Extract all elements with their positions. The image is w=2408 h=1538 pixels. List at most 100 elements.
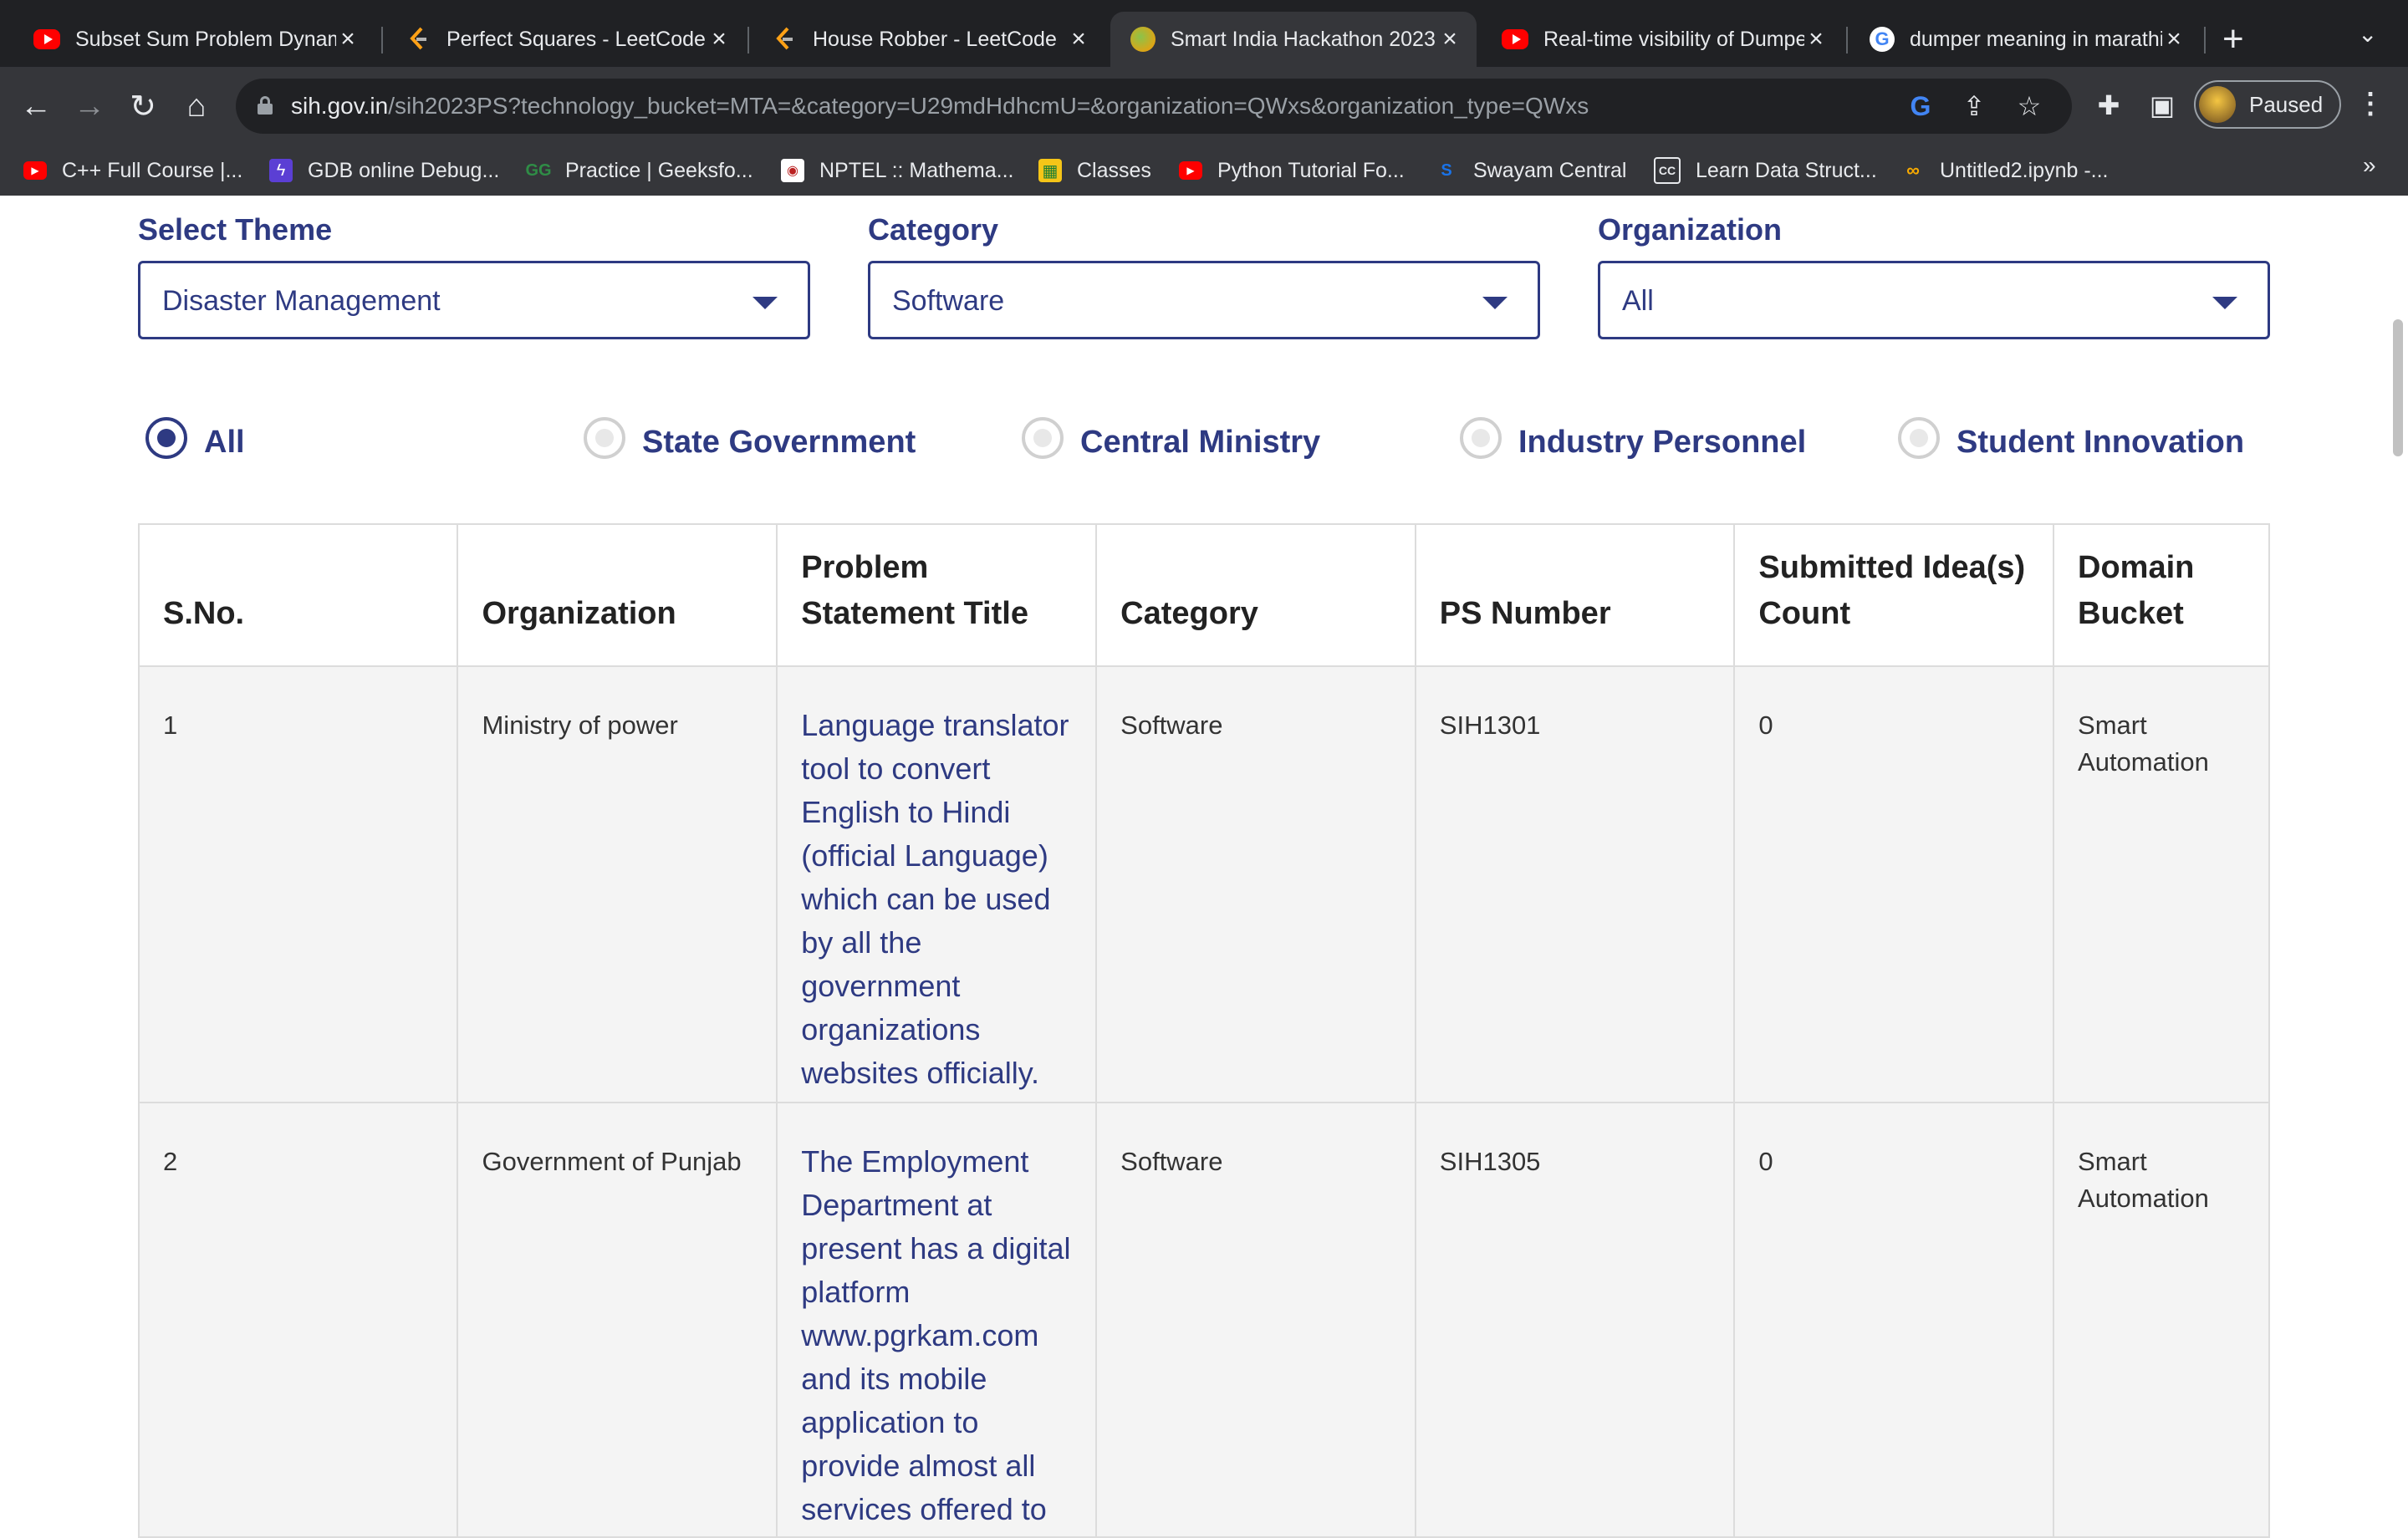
table-row[interactable]: 2 Government of Punjab The Employment De…: [137, 1102, 2270, 1538]
bookmark-label: GDB online Debug...: [308, 158, 500, 182]
bookmark-item[interactable]: CC Learn Data Struct...: [1654, 154, 1877, 187]
radio-label: Industry Personnel: [1518, 425, 1807, 460]
chevron-down-icon: [752, 297, 778, 309]
home-button[interactable]: ⌂: [176, 85, 217, 127]
reload-button[interactable]: ↻: [122, 85, 164, 127]
column-header-title[interactable]: Problem Statement Title: [776, 523, 1098, 667]
more-bookmarks-icon[interactable]: »: [2363, 152, 2376, 179]
tab-separator: [747, 27, 749, 53]
tab-separator: [2204, 27, 2206, 53]
bookmark-label: Classes: [1077, 158, 1151, 182]
youtube-icon: ▶: [1179, 161, 1202, 180]
radio-label: State Government: [642, 425, 916, 460]
browser-tab-active[interactable]: Smart India Hackathon 2023 ×: [1110, 12, 1477, 67]
geeksforgeeks-icon: GG: [525, 160, 552, 180]
tab-title: Perfect Squares - LeetCode: [446, 27, 706, 51]
bookmark-item[interactable]: ▶ Python Tutorial Fo...: [1179, 154, 1405, 187]
share-icon[interactable]: ⇪: [1956, 89, 1992, 124]
column-header-domain-bucket[interactable]: Domain Bucket: [2053, 523, 2270, 667]
tab-search-icon[interactable]: ⌄: [2358, 20, 2377, 48]
bookmarks-bar: ▶ C++ Full Course |... ϟ GDB online Debu…: [0, 145, 2408, 196]
browser-toolbar: ← → ↻ ⌂ sih.gov.in/sih2023PS?technology_…: [0, 67, 2408, 145]
browser-tab[interactable]: G dumper meaning in marathi ×: [1849, 12, 2201, 67]
browser-tab[interactable]: Perfect Squares - LeetCode ×: [386, 12, 746, 67]
column-header-ps-number[interactable]: PS Number: [1414, 523, 1736, 667]
column-header-ideas-count[interactable]: Submitted Idea(s) Count: [1733, 523, 2055, 667]
problem-statements-table: S.No. Organization Problem Statement Tit…: [137, 523, 2270, 1538]
browser-tab[interactable]: Subset Sum Problem Dynamic ×: [13, 12, 375, 67]
close-icon[interactable]: ×: [336, 25, 360, 53]
radio-button[interactable]: [1460, 416, 1502, 459]
radio-button[interactable]: [1022, 416, 1064, 459]
new-tab-button[interactable]: +: [2222, 18, 2244, 60]
radio-button[interactable]: [145, 416, 187, 459]
bookmark-item[interactable]: GG Practice | Geeksfo...: [525, 154, 752, 187]
nptel-icon: ◉: [781, 159, 804, 182]
browser-tab[interactable]: Real-time visibility of Dumper ×: [1482, 12, 1843, 67]
theme-label: Select Theme: [138, 212, 333, 247]
side-panel-icon[interactable]: ▣: [2144, 87, 2181, 124]
radio-org-type-industry-personnel[interactable]: Industry Personnel: [1460, 415, 1806, 461]
radio-button[interactable]: [584, 416, 625, 459]
cell-sno: 1: [137, 665, 459, 1103]
youtube-icon: ▶: [23, 161, 47, 180]
bookmark-label: C++ Full Course |...: [62, 158, 243, 182]
bookmark-item[interactable]: ▦ Classes: [1038, 154, 1151, 187]
browser-tab[interactable]: House Robber - LeetCode ×: [752, 12, 1105, 67]
radio-label: All: [204, 425, 245, 460]
close-icon[interactable]: ×: [707, 25, 731, 53]
url-path: /sih2023PS?technology_bucket=MTA=&catego…: [388, 93, 1589, 119]
table-row[interactable]: 1 Ministry of power Language translator …: [137, 665, 2270, 1103]
forward-button[interactable]: →: [69, 85, 110, 127]
back-button[interactable]: ←: [15, 85, 57, 127]
problem-title-link[interactable]: Language translator tool to convert Engl…: [776, 665, 1098, 1103]
bookmark-item[interactable]: ▶ C++ Full Course |...: [23, 154, 242, 187]
avatar: [2199, 86, 2236, 123]
tab-title: Subset Sum Problem Dynamic: [75, 27, 336, 51]
category-select[interactable]: Software: [868, 261, 1540, 339]
close-icon[interactable]: ×: [2162, 25, 2186, 53]
cell-category: Software: [1095, 1102, 1416, 1538]
column-header-organization[interactable]: Organization: [457, 523, 778, 667]
tab-title: Real-time visibility of Dumper: [1543, 27, 1804, 51]
lock-icon[interactable]: [258, 96, 273, 115]
google-lens-icon[interactable]: G: [1903, 89, 1938, 124]
radio-org-type-all[interactable]: All: [145, 415, 245, 461]
radio-org-type-central-ministry[interactable]: Central Ministry: [1022, 415, 1320, 461]
radio-button[interactable]: [1898, 416, 1940, 459]
organization-label: Organization: [1598, 212, 1783, 247]
theme-select[interactable]: Disaster Management: [138, 261, 810, 339]
tab-title: Smart India Hackathon 2023: [1171, 27, 1436, 51]
category-select-value: Software: [892, 285, 1005, 317]
cell-sno: 2: [137, 1102, 459, 1538]
address-bar[interactable]: sih.gov.in/sih2023PS?technology_bucket=M…: [236, 79, 2072, 134]
theme-select-value: Disaster Management: [162, 285, 441, 317]
radio-label: Student Innovation: [1956, 425, 2245, 460]
scrollbar-thumb[interactable]: [2393, 319, 2403, 456]
bookmark-item[interactable]: S Swayam Central: [1435, 154, 1626, 187]
close-icon[interactable]: ×: [1438, 25, 1462, 53]
bookmark-item[interactable]: ϟ GDB online Debug...: [269, 154, 499, 187]
url-text[interactable]: sih.gov.in/sih2023PS?technology_bucket=M…: [291, 93, 1589, 120]
problem-title-link[interactable]: The Employment Department at present has…: [776, 1102, 1098, 1538]
classroom-icon: ▦: [1038, 159, 1062, 182]
radio-org-type-student-innovation[interactable]: Student Innovation: [1898, 415, 2244, 461]
organization-select[interactable]: All: [1598, 261, 2270, 339]
bookmark-star-icon[interactable]: ☆: [2012, 89, 2047, 124]
bookmark-item[interactable]: ◉ NPTEL :: Mathema...: [781, 154, 1013, 187]
radio-label: Central Ministry: [1080, 425, 1321, 460]
bookmark-item[interactable]: ∞ Untitled2.ipynb -...: [1901, 154, 2108, 187]
profile-button[interactable]: Paused: [2194, 80, 2341, 129]
cell-domain-bucket: Smart Automation: [2053, 665, 2270, 1103]
radio-org-type-state-government[interactable]: State Government: [584, 415, 916, 461]
cell-organization: Government of Punjab: [457, 1102, 778, 1538]
profile-status: Paused: [2249, 91, 2324, 117]
column-header-category[interactable]: Category: [1095, 523, 1416, 667]
sih-icon: [1130, 27, 1156, 52]
close-icon[interactable]: ×: [1804, 25, 1828, 53]
extensions-puzzle-icon[interactable]: ✚: [2090, 87, 2127, 124]
close-icon[interactable]: ×: [1067, 25, 1090, 53]
menu-kebab-icon[interactable]: ⋮: [2356, 87, 2385, 120]
bookmark-label: Swayam Central: [1473, 158, 1627, 182]
column-header-sno[interactable]: S.No.: [137, 523, 459, 667]
